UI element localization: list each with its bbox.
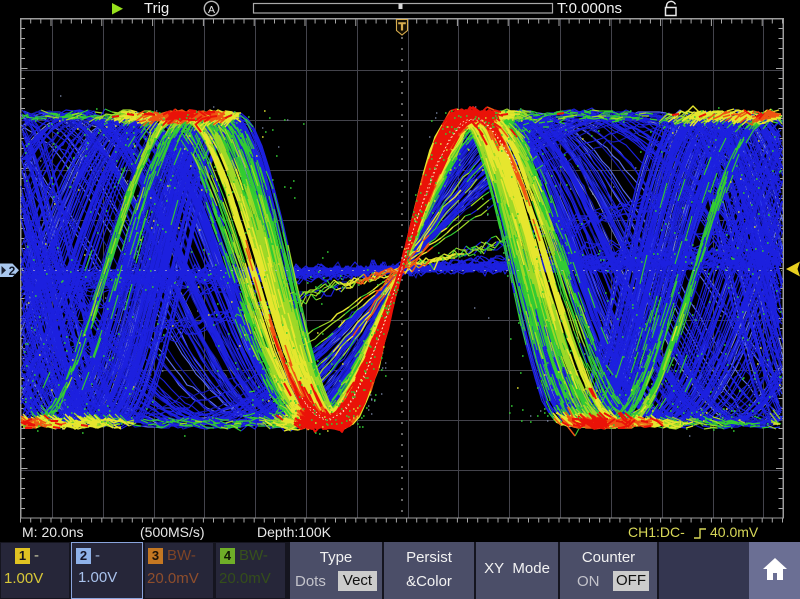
svg-text:2: 2 bbox=[9, 264, 16, 278]
svg-text:A: A bbox=[208, 4, 215, 16]
